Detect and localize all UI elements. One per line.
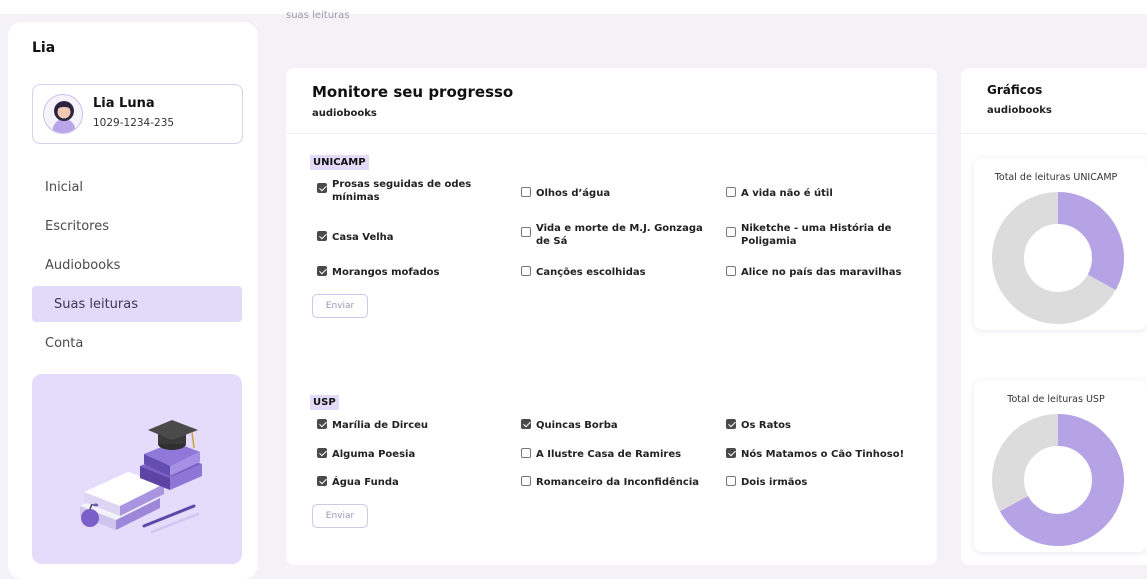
checkbox-box[interactable]: [521, 448, 531, 458]
divider: [961, 133, 1147, 134]
book-checkbox[interactable]: Os Ratos: [726, 419, 916, 432]
nav-item-audiobooks[interactable]: Audiobooks: [32, 247, 242, 283]
nav-item-inicial[interactable]: Inicial: [32, 169, 242, 205]
book-checkbox[interactable]: Alice no país das maravilhas: [726, 266, 926, 279]
section-title-unicamp: UNICAMP: [310, 155, 369, 170]
user-id: 1029-1234-235: [93, 117, 175, 129]
user-name: Lia Luna: [93, 96, 155, 111]
book-checkbox[interactable]: Vida e morte de M.J. Gonzaga de Sá: [521, 222, 711, 248]
charts-title: Gráficos: [987, 83, 1043, 97]
book-checkbox[interactable]: A Ilustre Casa de Ramires: [521, 448, 711, 461]
checkbox-box[interactable]: [317, 419, 327, 429]
checkbox-box[interactable]: [521, 476, 531, 486]
breadcrumb: suas leituras: [286, 10, 350, 21]
checkbox-box[interactable]: [726, 419, 736, 429]
donut-chart-unicamp: [992, 192, 1124, 324]
nav-item-suas-leituras[interactable]: Suas leituras: [32, 286, 242, 322]
book-checkbox[interactable]: Água Funda: [317, 476, 497, 489]
book-checkbox[interactable]: Niketche - uma História de Poligamia: [726, 222, 896, 248]
book-checkbox[interactable]: Morangos mofados: [317, 266, 497, 279]
book-checkbox[interactable]: Casa Velha: [317, 231, 497, 244]
nav-item-conta[interactable]: Conta: [32, 325, 242, 361]
checkbox-box[interactable]: [726, 227, 736, 237]
send-button-unicamp[interactable]: Enviar: [312, 294, 368, 318]
checkbox-box[interactable]: [521, 419, 531, 429]
chart-card-unicamp: Total de leituras UNICAMP: [974, 158, 1147, 330]
checkbox-box[interactable]: [317, 183, 327, 193]
book-checkbox[interactable]: Dois irmãos: [726, 476, 916, 489]
book-checkbox[interactable]: Prosas seguidas de odes mínimas: [317, 178, 487, 204]
checkbox-box[interactable]: [521, 187, 531, 197]
book-checkbox[interactable]: Nós Matamos o Cão Tinhoso!: [726, 448, 926, 461]
section-title-usp: USP: [310, 395, 339, 410]
send-button-usp[interactable]: Enviar: [312, 504, 368, 528]
checkbox-box[interactable]: [317, 476, 327, 486]
divider: [286, 133, 937, 134]
book-checkbox[interactable]: Alguma Poesia: [317, 448, 497, 461]
book-checkbox[interactable]: Romanceiro da Inconfidência: [521, 476, 711, 489]
checkbox-box[interactable]: [726, 448, 736, 458]
book-checkbox[interactable]: Canções escolhidas: [521, 266, 711, 279]
top-bar: [0, 0, 1147, 14]
checkbox-box[interactable]: [726, 266, 736, 276]
charts-panel: Gráficos audiobooks Total de leituras UN…: [961, 68, 1147, 565]
donut-chart-usp: [992, 414, 1124, 546]
checkbox-box[interactable]: [317, 266, 327, 276]
brand-logo: Lia: [32, 40, 56, 56]
sidebar: Lia Lia Luna 1029-1234-235 Inicial Escri…: [8, 22, 258, 579]
panel-subtitle: audiobooks: [312, 108, 377, 119]
checkbox-box[interactable]: [317, 231, 327, 241]
checkbox-box[interactable]: [317, 448, 327, 458]
checkbox-box[interactable]: [521, 227, 531, 237]
chart-title-unicamp: Total de leituras UNICAMP: [994, 172, 1118, 183]
avatar: [43, 94, 83, 134]
book-checkbox[interactable]: Marília de Dirceu: [317, 419, 497, 432]
books-illustration: [32, 374, 242, 564]
book-checkbox[interactable]: Quincas Borba: [521, 419, 711, 432]
progress-panel: Monitore seu progresso audiobooks UNICAM…: [286, 68, 937, 565]
checkbox-box[interactable]: [726, 187, 736, 197]
chart-title-usp: Total de leituras USP: [1007, 394, 1105, 405]
panel-title: Monitore seu progresso: [312, 83, 514, 101]
nav-item-escritores[interactable]: Escritores: [32, 208, 242, 244]
user-profile-card[interactable]: Lia Luna 1029-1234-235: [32, 84, 243, 144]
checkbox-box[interactable]: [521, 266, 531, 276]
chart-card-usp: Total de leituras USP: [974, 380, 1147, 552]
book-checkbox[interactable]: Olhos d’água: [521, 187, 701, 200]
book-checkbox[interactable]: A vida não é útil: [726, 187, 916, 200]
charts-subtitle: audiobooks: [987, 105, 1052, 116]
checkbox-box[interactable]: [726, 476, 736, 486]
